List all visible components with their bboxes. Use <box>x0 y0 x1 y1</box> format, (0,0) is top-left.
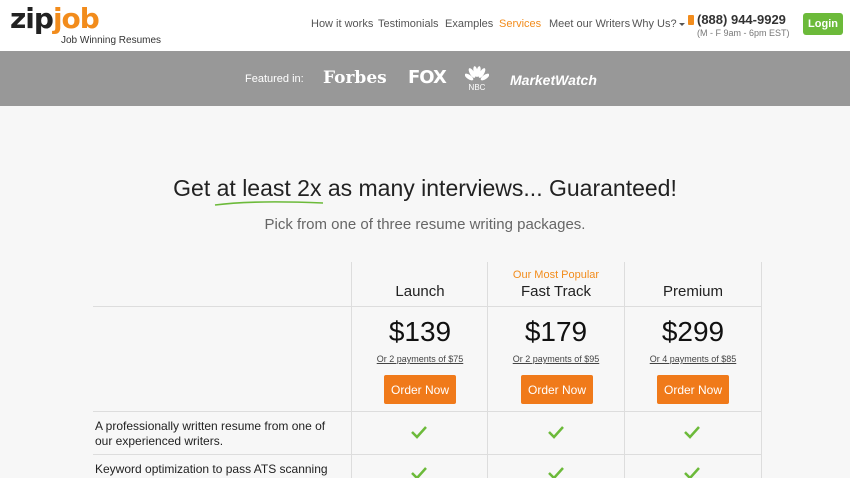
check-icon <box>684 467 700 478</box>
page-headline: Get at least 2x as many interviews... Gu… <box>173 175 677 201</box>
site-header: zipjob Job Winning Resumes How it works … <box>0 0 850 51</box>
nav-why-us[interactable]: Why Us? <box>632 18 685 30</box>
table-divider <box>93 454 761 455</box>
table-divider <box>93 411 761 412</box>
headline-underline-decoration <box>214 201 324 206</box>
feature-row-label: A professionally written resume from one… <box>95 419 340 449</box>
check-icon <box>411 426 427 439</box>
price-fast-track: $179 <box>524 316 588 347</box>
phone-number[interactable]: (888) 944-9929 <box>697 12 786 27</box>
payment-plan-link-premium[interactable]: Or 4 payments of $85 <box>625 354 761 364</box>
fox-logo: FOX <box>408 67 447 88</box>
table-divider <box>761 262 762 478</box>
nav-testimonials[interactable]: Testimonials <box>378 18 439 30</box>
zipjob-logo[interactable]: zipjob Job Winning Resumes <box>10 2 161 47</box>
order-now-button-fast-track[interactable]: Order Now <box>521 375 593 404</box>
featured-label: Featured in: <box>245 73 304 85</box>
logo-tagline: Job Winning Resumes <box>61 35 162 46</box>
logo-wordmark: zipjob <box>10 2 100 35</box>
table-divider <box>93 306 761 307</box>
payment-plan-link-launch[interactable]: Or 2 payments of $75 <box>352 354 488 364</box>
chevron-down-icon <box>678 22 685 26</box>
forbes-logo: Forbes <box>323 68 387 88</box>
check-icon <box>548 467 564 478</box>
feature-text-line: our experienced writers. <box>95 434 224 448</box>
feature-text-line: A professionally written resume from one… <box>95 419 326 433</box>
marketwatch-logo: MarketWatch <box>510 72 597 88</box>
page-subheading: Pick from one of three resume writing pa… <box>264 216 586 233</box>
price-launch: $139 <box>388 316 452 347</box>
nav-services[interactable]: Services <box>499 18 541 30</box>
check-icon <box>411 467 427 478</box>
most-popular-badge: Our Most Popular <box>512 269 600 281</box>
payment-plan-link-fast-track[interactable]: Or 2 payments of $95 <box>488 354 624 364</box>
plan-name-launch: Launch <box>395 283 445 300</box>
order-now-button-premium[interactable]: Order Now <box>657 375 729 404</box>
check-icon <box>548 426 564 439</box>
nav-examples[interactable]: Examples <box>445 18 493 30</box>
nav-why-us-label: Why Us? <box>632 18 677 30</box>
check-icon <box>684 426 700 439</box>
plan-name-premium: Premium <box>662 283 723 300</box>
nav-meet-our-writers[interactable]: Meet our Writers <box>549 18 630 30</box>
featured-in-bar: Featured in: Forbes FOX NBC MarketWatch <box>0 51 850 106</box>
login-button[interactable]: Login <box>803 13 843 35</box>
phone-icon <box>688 15 694 25</box>
nav-how-it-works[interactable]: How it works <box>311 18 373 30</box>
feature-text-line: Keyword optimization to pass ATS scannin… <box>95 462 328 476</box>
feature-row-label: Keyword optimization to pass ATS scannin… <box>95 462 340 477</box>
nbc-peacock-icon <box>465 66 489 81</box>
price-premium: $299 <box>661 316 725 347</box>
plan-name-fast-track: Fast Track <box>520 283 591 300</box>
order-now-button-launch[interactable]: Order Now <box>384 375 456 404</box>
phone-hours: (M - F 9am - 6pm EST) <box>697 28 790 38</box>
nbc-logo: NBC <box>468 83 486 92</box>
